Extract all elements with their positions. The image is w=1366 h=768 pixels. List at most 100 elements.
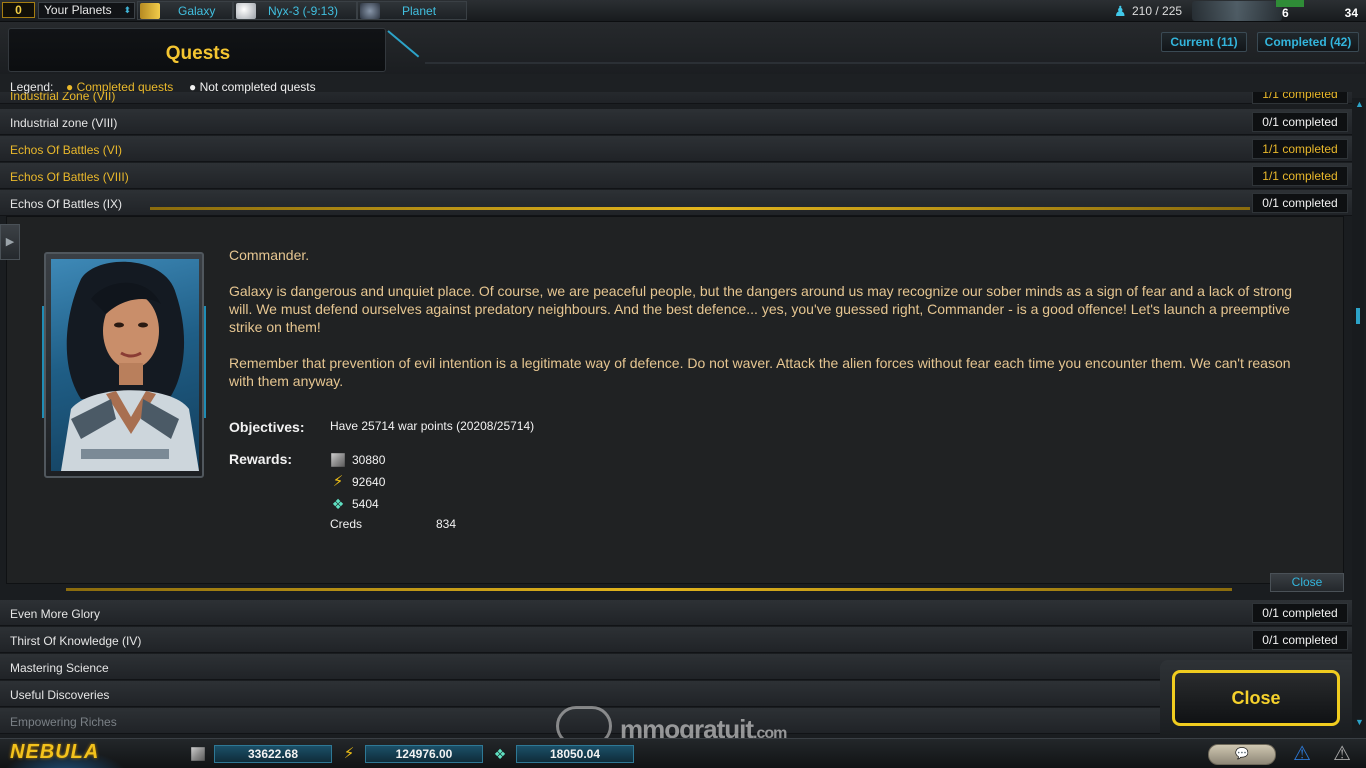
population-icon: ♟	[1114, 3, 1127, 19]
quest-status: 1/1 completed	[1252, 166, 1348, 186]
objective-text: Have 25714 war points (20208/25714)	[330, 419, 535, 433]
quest-name: Mastering Science	[10, 661, 109, 675]
tab-planet-label: Planet	[402, 4, 437, 18]
scroll-down-icon[interactable]: ▼	[1355, 718, 1364, 727]
quest-row-bg	[0, 654, 1352, 680]
quest-story-paragraph-2: Remember that prevention of evil intenti…	[229, 355, 1291, 389]
title-panel: Quests	[8, 28, 386, 72]
quest-row-bg	[0, 627, 1352, 653]
tab-current-planet-label: Nyx-3 (-9:13)	[268, 4, 339, 18]
expand-side-tab[interactable]: ▶	[0, 224, 20, 260]
game-logo: NEBULA	[10, 741, 100, 763]
crystal-icon: ❖	[331, 496, 345, 512]
planet-orbit-icon	[360, 3, 380, 19]
quest-status: 1/1 completed	[1252, 92, 1348, 104]
quests-header: Quests Current (11) Completed (42)	[0, 22, 1366, 74]
quest-status: 0/1 completed	[1252, 630, 1348, 650]
galaxy-icon	[140, 3, 160, 19]
quest-row-bg	[0, 600, 1352, 626]
quest-name: Echos Of Battles (VI)	[10, 143, 123, 157]
reward-value: 92640	[352, 475, 386, 489]
quest-list-scrollbar[interactable]	[1352, 98, 1364, 730]
top-right-stats: ♟ 210 / 225 6 34	[1106, 0, 1366, 22]
scroll-thumb[interactable]	[1356, 308, 1360, 324]
commander-portrait	[51, 259, 199, 471]
crystal-icon: ❖	[493, 746, 507, 762]
tab-current-planet[interactable]: Nyx-3 (-9:13)	[233, 1, 357, 20]
header-divider	[425, 62, 1365, 64]
rewards-label: Rewards:	[229, 451, 293, 467]
chat-button[interactable]: 💬	[1208, 744, 1276, 765]
quest-row[interactable]: Useful Discoveries	[0, 681, 1352, 707]
detail-bottom-gold-line	[66, 588, 1232, 591]
quest-row-bg	[0, 109, 1352, 135]
selected-row-underline	[150, 207, 1250, 210]
quest-status: 0/1 completed	[1252, 112, 1348, 132]
tab-planet[interactable]: Planet	[357, 1, 467, 20]
quest-row-bg	[0, 136, 1352, 162]
energy-bolt-icon: ⚡	[332, 473, 344, 490]
legend-completed-overlay: ● Completed quests	[66, 80, 174, 94]
quest-status: 1/1 completed	[1252, 139, 1348, 159]
quest-name: Empowering Riches	[10, 715, 117, 729]
commander-figure-icon	[61, 261, 199, 471]
metal-amount: 33622.68	[214, 745, 332, 763]
quest-row-bg	[0, 681, 1352, 707]
energy-amount: 124976.00	[365, 745, 483, 763]
quest-row[interactable]: Thirst Of Knowledge (IV) 0/1 completed	[0, 627, 1352, 653]
current-quests-button[interactable]: Current (11)	[1161, 32, 1247, 52]
quest-row[interactable]: Echos Of Battles (VI) 1/1 completed	[0, 136, 1352, 162]
reward-value: 30880	[352, 453, 386, 467]
legend-overlay: Legend: ● Completed quests ● Not complet…	[0, 74, 1366, 94]
planet-icon	[236, 3, 256, 19]
quest-row-selected[interactable]: Echos Of Battles (IX) 0/1 completed	[0, 190, 1352, 216]
quest-status: 0/1 completed	[1252, 603, 1348, 623]
chevron-right-icon: ▶	[5, 236, 15, 248]
legend-not-completed-overlay: ● Not completed quests	[189, 80, 316, 94]
metal-cube-icon	[191, 747, 205, 761]
alert-grey-icon[interactable]: ⚠	[1330, 743, 1354, 765]
quest-name: Industrial zone (VIII)	[10, 116, 118, 130]
header-accent-line	[387, 30, 420, 58]
notification-counter[interactable]: 0	[2, 2, 35, 18]
creds-value: 834	[436, 517, 457, 531]
page-title: Quests	[165, 43, 231, 64]
crystal-amount: 18050.04	[516, 745, 634, 763]
bottom-bar: NEBULA 33622.68 ⚡ 124976.00 ❖ 18050.04 💬…	[0, 738, 1366, 768]
select-arrows-icon: ⬍	[123, 5, 131, 15]
quest-row[interactable]: Mastering Science	[0, 654, 1352, 680]
objectives-label: Objectives:	[229, 419, 305, 435]
fleet-banner-icon[interactable]	[1192, 1, 1282, 21]
energy-bolt-icon: ⚡	[343, 745, 355, 762]
tab-galaxy[interactable]: Galaxy	[137, 1, 233, 20]
legend-label-overlay: Legend:	[10, 80, 54, 94]
planets-select-label: Your Planets	[44, 3, 112, 17]
quests-screen: 0 Your Planets ⬍ Galaxy Nyx-3 (-9:13) Pl…	[0, 0, 1366, 768]
quest-row-bg	[0, 190, 1352, 216]
scroll-up-icon[interactable]: ▲	[1355, 100, 1364, 109]
ships-indicator-bar	[1276, 0, 1304, 7]
quest-row-bg	[0, 163, 1352, 189]
quest-greeting: Commander.	[229, 247, 310, 263]
quest-row[interactable]: Industrial zone (VIII) 0/1 completed	[0, 109, 1352, 135]
alert-blue-icon[interactable]: ⚠	[1290, 743, 1314, 765]
ships-count: 6	[1282, 6, 1289, 20]
chat-bubble-icon: 💬	[1235, 748, 1249, 760]
planets-select[interactable]: Your Planets ⬍	[38, 2, 135, 19]
quest-name: Thirst Of Knowledge (IV)	[10, 634, 142, 648]
quest-status: 0/1 completed	[1252, 193, 1348, 213]
close-button[interactable]: Close	[1172, 670, 1340, 726]
quest-name: Echos Of Battles (VIII)	[10, 170, 129, 184]
quest-story-paragraph-1: Galaxy is dangerous and unquiet place. O…	[229, 283, 1293, 335]
quest-row[interactable]: Echos Of Battles (VIII) 1/1 completed	[0, 163, 1352, 189]
population-count: 210 / 225	[1132, 4, 1183, 18]
quest-detail-panel	[6, 216, 1344, 584]
tab-galaxy-label: Galaxy	[178, 4, 216, 18]
detail-close-button[interactable]: Close	[1270, 573, 1344, 592]
quest-name: Echos Of Battles (IX)	[10, 197, 123, 211]
quest-name: Even More Glory	[10, 607, 101, 621]
quest-row[interactable]: Even More Glory 0/1 completed	[0, 600, 1352, 626]
level-count: 34	[1344, 6, 1358, 20]
metal-cube-icon	[331, 453, 345, 467]
completed-quests-button[interactable]: Completed (42)	[1257, 32, 1359, 52]
